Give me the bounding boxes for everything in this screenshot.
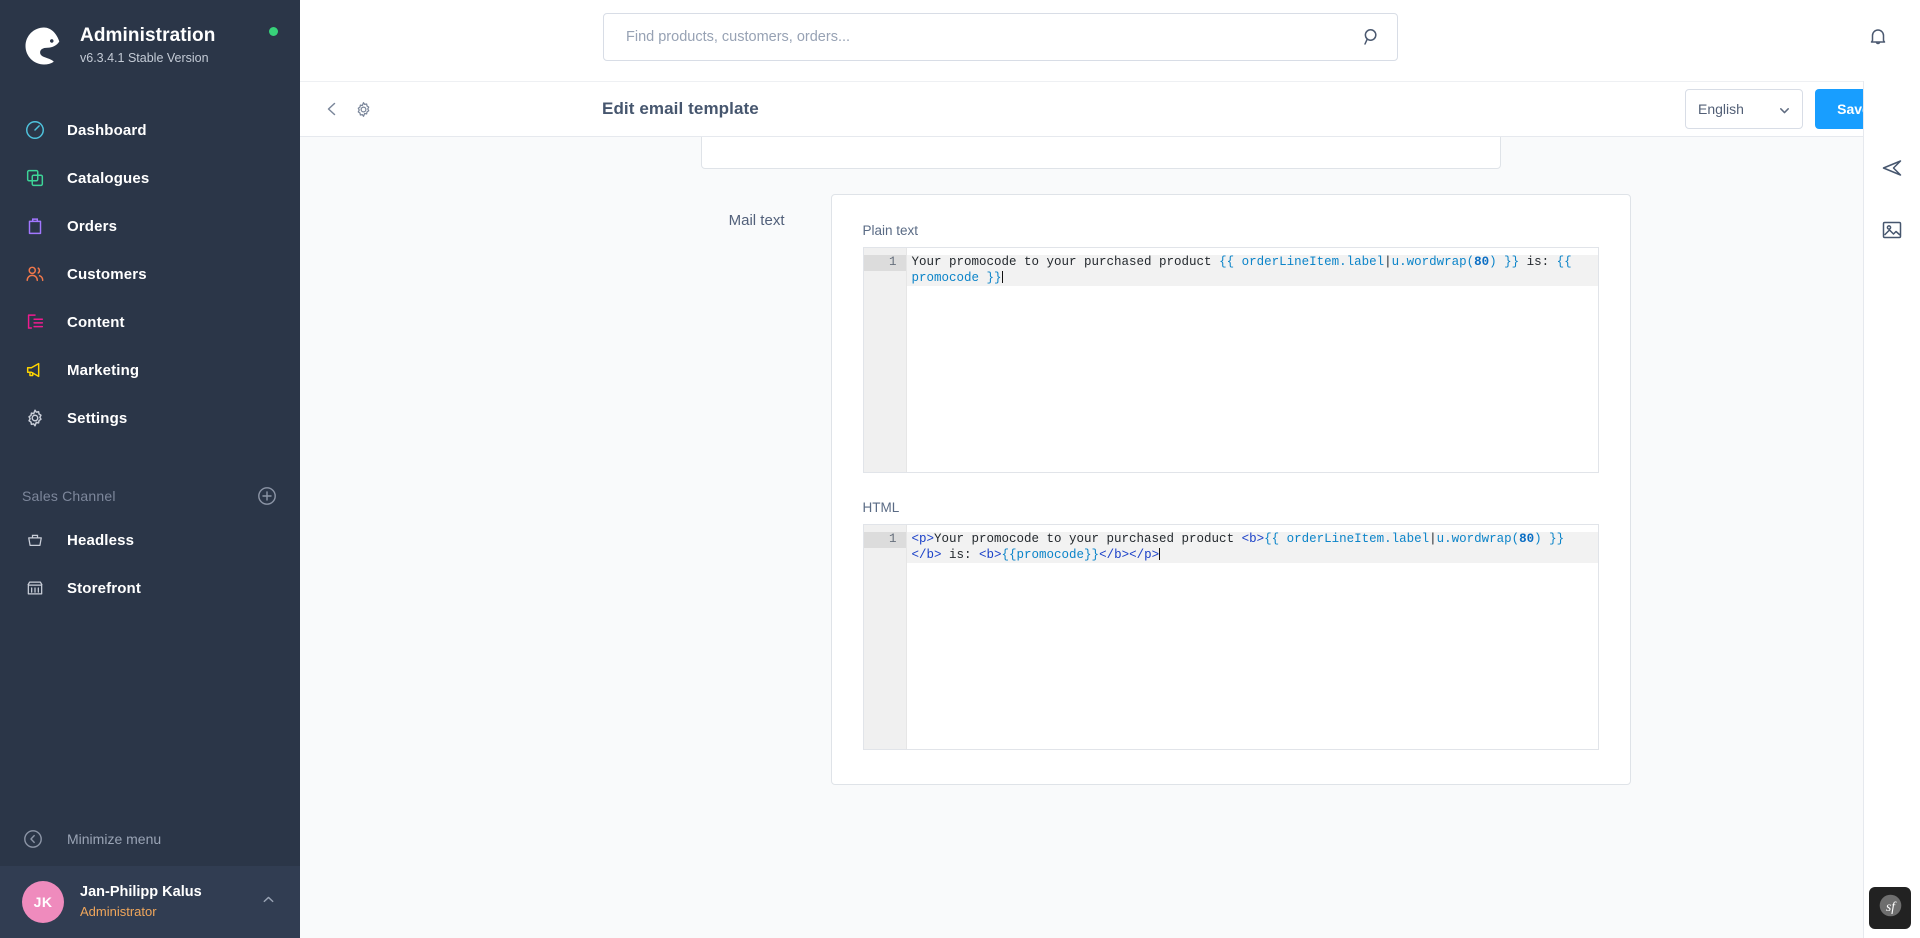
gear-icon[interactable] [354, 100, 373, 119]
sidebar-item-storefront[interactable]: Storefront [0, 564, 300, 612]
sidebar-item-label: Settings [67, 409, 128, 427]
basket-icon [22, 527, 48, 553]
content-area: Mail text Plain text 1 Your promocode to… [300, 137, 1920, 938]
sidebar-item-customers[interactable]: Customers [0, 250, 300, 298]
storefront-icon [22, 575, 48, 601]
symfony-icon: sf [1877, 892, 1904, 924]
plain-text-code[interactable]: Your promocode to your purchased product… [906, 248, 1598, 472]
status-indicator-dot [269, 27, 278, 36]
avatar: JK [22, 881, 64, 923]
right-rail [1863, 81, 1920, 938]
smart-bar: Edit email template English Save [300, 81, 1920, 137]
sidebar-item-label: Headless [67, 531, 135, 549]
chevron-up-icon [261, 892, 276, 912]
sidebar-item-content[interactable]: Content [0, 298, 300, 346]
marketing-icon [22, 357, 48, 383]
plain-text-gutter: 1 [863, 248, 907, 472]
mail-text-label: Mail text [728, 212, 785, 229]
sidebar-item-label: Orders [67, 217, 118, 235]
html-field-label: HTML [862, 500, 900, 515]
sidebar-header: Administration v6.3.4.1 Stable Version [0, 0, 300, 82]
sidebar-brand-text: Administration v6.3.4.1 Stable Version [80, 22, 215, 67]
previous-card-partial [700, 137, 1501, 169]
user-meta: Jan-Philipp Kalus Administrator [80, 883, 202, 921]
smart-bar-actions: English Save [1685, 89, 1892, 129]
sidebar-item-label: Dashboard [67, 121, 147, 139]
sidebar-item-headless[interactable]: Headless [0, 516, 300, 564]
orders-icon [22, 213, 48, 239]
global-search [603, 13, 1398, 61]
settings-gear-icon [22, 405, 48, 431]
bell-icon[interactable] [1866, 24, 1890, 48]
html-gutter: 1 [863, 525, 907, 749]
chevron-left-icon[interactable] [323, 100, 341, 118]
user-profile-button[interactable]: JK Jan-Philipp Kalus Administrator [0, 866, 300, 938]
search-icon[interactable] [1362, 27, 1382, 47]
sidebar-item-settings[interactable]: Settings [0, 394, 300, 442]
sales-channel-section-header: Sales Channel [0, 476, 300, 516]
sidebar-item-label: Marketing [67, 361, 140, 379]
language-select[interactable]: English [1685, 89, 1803, 129]
minimize-menu-button[interactable]: Minimize menu [0, 812, 300, 866]
chevron-left-circle-icon [22, 828, 44, 850]
plain-text-field-label: Plain text [862, 223, 919, 238]
shopware-logo-icon [22, 24, 66, 68]
mail-text-section: Mail text Plain text 1 Your promocode to… [300, 194, 1901, 785]
dashboard-icon [22, 117, 48, 143]
sidebar-item-catalogues[interactable]: Catalogues [0, 154, 300, 202]
user-name: Jan-Philipp Kalus [80, 884, 202, 900]
page-title: Edit email template [602, 99, 759, 118]
plain-text-editor[interactable]: 1 Your promocode to your purchased produ… [862, 247, 1599, 473]
search-input[interactable] [603, 13, 1398, 61]
sidebar-app-version: v6.3.4.1 Stable Version [80, 51, 209, 65]
html-editor[interactable]: 1 <p>Your promocode to your purchased pr… [862, 524, 1599, 750]
language-select-value: English [1698, 101, 1744, 117]
plus-circle-icon[interactable] [256, 485, 278, 507]
send-mail-icon[interactable] [1880, 156, 1904, 180]
chevron-down-icon [1778, 104, 1791, 117]
mail-text-section-inner: Mail text Plain text 1 Your promocode to… [571, 194, 1631, 785]
catalogues-icon [22, 165, 48, 191]
sidebar-item-label: Catalogues [67, 169, 150, 187]
sidebar-item-label: Customers [67, 265, 147, 283]
media-image-icon[interactable] [1880, 218, 1904, 242]
sidebar-item-orders[interactable]: Orders [0, 202, 300, 250]
sidebar-item-marketing[interactable]: Marketing [0, 346, 300, 394]
main-region: Edit email template English Save [300, 0, 1920, 938]
html-code[interactable]: <p>Your promocode to your purchased prod… [906, 525, 1598, 749]
sidebar-item-label: Storefront [67, 579, 141, 597]
line-number: 1 [863, 255, 906, 271]
top-bar [300, 0, 1920, 81]
line-number: 1 [863, 532, 906, 548]
mail-text-card: Plain text 1 Your promocode to your purc… [830, 194, 1631, 785]
admin-app: Administration v6.3.4.1 Stable Version D… [0, 0, 1920, 938]
symfony-debug-toolbar[interactable]: sf [1869, 887, 1911, 929]
sidebar-item-label: Content [67, 313, 125, 331]
sales-channel-title: Sales Channel [22, 488, 116, 504]
user-role: Administrator [80, 904, 157, 919]
sidebar-item-dashboard[interactable]: Dashboard [0, 106, 300, 154]
sidebar-main-nav: Dashboard Catalogues Orders Customers Co… [0, 106, 300, 442]
sidebar: Administration v6.3.4.1 Stable Version D… [0, 0, 300, 938]
content-scroll-viewport: Mail text Plain text 1 Your promocode to… [300, 137, 1901, 938]
sidebar-app-title: Administration [80, 25, 216, 46]
customers-icon [22, 261, 48, 287]
minimize-menu-label: Minimize menu [67, 831, 162, 847]
content-icon [22, 309, 48, 335]
sales-channel-nav: Headless Storefront [0, 516, 300, 612]
